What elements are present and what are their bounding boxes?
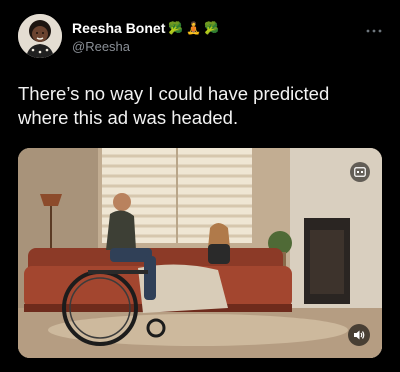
author-name-row[interactable]: Reesha Bonet 🥦 🧘 🥦	[72, 20, 219, 36]
broccoli-emoji: 🥦	[204, 21, 220, 35]
volume-icon[interactable]	[348, 324, 370, 346]
tweet-text: There’s no way I could have predicted wh…	[18, 83, 330, 128]
author-handle[interactable]: @Reesha	[72, 39, 130, 54]
avatar[interactable]	[18, 14, 62, 58]
caption-icon[interactable]	[350, 162, 370, 182]
video-player[interactable]	[18, 148, 382, 358]
video-frame	[18, 148, 382, 358]
broccoli-emoji: 🥦	[168, 21, 184, 35]
avatar-image	[18, 14, 62, 58]
tweet: Reesha Bonet 🥦 🧘 🥦 @Reesha There’s no wa…	[0, 0, 400, 372]
author-display-name[interactable]: Reesha Bonet	[72, 20, 165, 36]
more-icon[interactable]	[366, 20, 382, 36]
meditation-emoji: 🧘	[186, 21, 202, 35]
